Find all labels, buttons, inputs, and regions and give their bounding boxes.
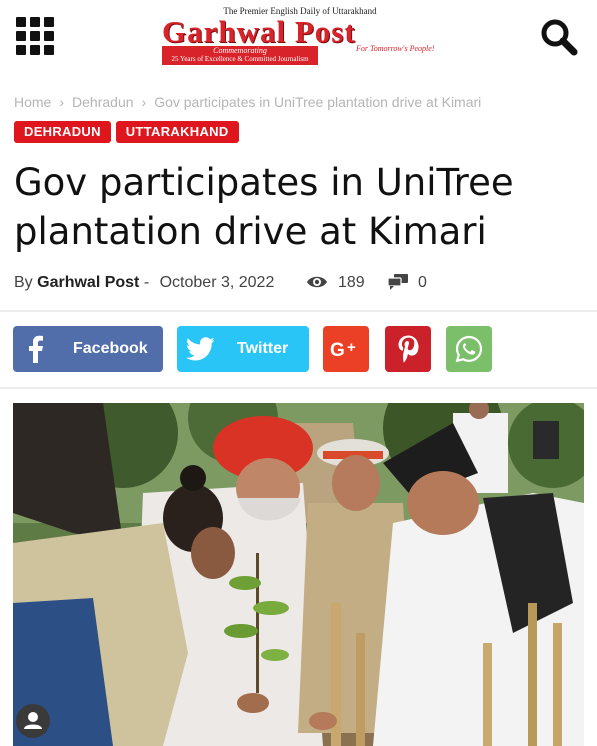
search-icon[interactable]	[540, 18, 578, 56]
grid-menu-icon[interactable]	[16, 17, 56, 57]
logo-slogan: For Tomorrow's People!	[356, 44, 435, 53]
tag-uttarakhand[interactable]: UTTARAKHAND	[115, 121, 239, 143]
pinterest-icon	[385, 326, 431, 372]
whatsapp-share-button[interactable]	[446, 326, 492, 372]
meta-dash: -	[143, 274, 150, 291]
whatsapp-icon	[446, 326, 492, 372]
breadcrumb-current[interactable]: Gov participates in UniTree plantation d…	[154, 94, 481, 110]
logo-wordmark: Garhwal Post	[162, 14, 356, 49]
google-plus-share-button[interactable]: G +	[323, 326, 369, 372]
breadcrumb-dehradun[interactable]: Dehradun	[72, 94, 134, 110]
google-plus-icon: G +	[323, 326, 369, 372]
svg-text:+: +	[347, 339, 356, 356]
eye-icon	[307, 276, 327, 288]
view-count: 189	[306, 274, 365, 292]
article-date: October 3, 2022	[159, 274, 275, 291]
comment-count[interactable]: 0	[387, 274, 427, 292]
comments-icon	[387, 274, 408, 290]
facebook-icon	[13, 326, 59, 372]
pinterest-share-button[interactable]	[385, 326, 431, 372]
category-tags: DEHRADUN UTTARAKHAND	[14, 121, 244, 143]
view-count-value: 189	[338, 274, 365, 291]
site-header: The Premier English Daily of Uttarakhand…	[0, 0, 597, 78]
twitter-share-button[interactable]: Twitter	[177, 326, 309, 372]
article-meta: By Garhwal Post - October 3, 2022	[14, 274, 274, 292]
logo-commemorating: Commemorating	[213, 46, 267, 55]
avatar[interactable]	[16, 704, 50, 738]
divider	[0, 310, 597, 312]
facebook-share-label: Facebook	[73, 340, 148, 357]
breadcrumb-separator: ›	[59, 94, 65, 110]
twitter-share-label: Twitter	[237, 340, 289, 357]
by-label: By	[14, 274, 33, 291]
divider	[0, 387, 597, 389]
logo-anniversary-text: 25 Years of Excellence & Committed Journ…	[171, 55, 309, 63]
site-logo[interactable]: The Premier English Daily of Uttarakhand…	[160, 6, 440, 66]
author-link[interactable]: Garhwal Post	[37, 274, 139, 291]
breadcrumb-home[interactable]: Home	[14, 94, 51, 110]
tag-dehradun[interactable]: DEHRADUN	[14, 121, 111, 143]
breadcrumb: Home › Dehradun › Gov participates in UniTre…	[14, 94, 481, 110]
article-photo[interactable]	[13, 403, 584, 746]
facebook-share-button[interactable]: Facebook	[13, 326, 163, 372]
logo-anniversary-banner: Commemorating 25 Years of Excellence & C…	[162, 46, 318, 65]
user-icon	[24, 712, 42, 729]
twitter-icon	[177, 326, 223, 372]
svg-text:G: G	[330, 340, 345, 359]
breadcrumb-separator: ›	[141, 94, 147, 110]
article-title: Gov participates in UniTree plantation d…	[14, 161, 514, 253]
comment-count-value: 0	[418, 274, 427, 291]
